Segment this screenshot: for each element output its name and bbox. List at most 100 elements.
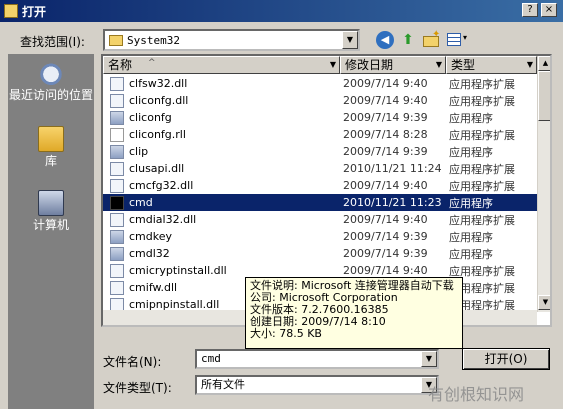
title-bar: 打开 ? × (0, 0, 563, 22)
exe-file-icon (110, 229, 124, 244)
file-row[interactable]: cmdl32 2009/7/14 9:39 应用程序 (103, 245, 537, 262)
file-name-cell: cliconfg.dll (103, 93, 340, 108)
file-row[interactable]: cmcfg32.dll 2009/7/14 9:40 应用程序扩展 (103, 177, 537, 194)
chevron-down-icon[interactable]: ▼ (421, 351, 437, 367)
file-name: cmicryptinstall.dll (129, 264, 227, 277)
file-row[interactable]: cmd 2010/11/21 11:23 应用程序 (103, 194, 537, 211)
file-type-select[interactable]: 所有文件 ▼ (195, 375, 439, 395)
chevron-down-icon[interactable]: ▼ (342, 31, 358, 49)
file-name-cell: clfsw32.dll (103, 76, 340, 91)
chevron-down-icon[interactable]: ▼ (527, 57, 533, 73)
file-name-input[interactable]: cmd ▼ (195, 349, 439, 369)
rll-file-icon (110, 127, 124, 142)
folder-icon (109, 34, 123, 46)
exe-file-icon (110, 246, 124, 261)
sort-ascending-icon: ^ (148, 58, 156, 68)
folder-app-icon (4, 4, 18, 18)
file-name: cliconfg (129, 111, 172, 124)
close-button[interactable]: × (541, 3, 557, 17)
place-libraries[interactable]: 库 (8, 126, 94, 168)
exe-file-icon (110, 144, 124, 159)
file-name: cmdial32.dll (129, 213, 197, 226)
file-name: cmcfg32.dll (129, 179, 194, 192)
file-row[interactable]: cliconfg.dll 2009/7/14 9:40 应用程序扩展 (103, 92, 537, 109)
exe-file-icon (110, 110, 124, 125)
file-name-value: cmd (201, 352, 221, 365)
back-icon[interactable]: ◀ (376, 31, 394, 49)
file-name-cell: cmcfg32.dll (103, 178, 340, 193)
file-type: 应用程序 (449, 230, 493, 244)
cmd-icon (110, 195, 124, 210)
file-name-cell: cmicryptinstall.dll (103, 263, 340, 278)
file-date: 2009/7/14 9:39 (343, 230, 428, 243)
computer-icon (38, 190, 64, 216)
place-label: 最近访问的位置 (8, 88, 93, 102)
dll-file-icon (110, 76, 124, 91)
chevron-down-icon[interactable]: ▼ (436, 57, 442, 73)
file-name: cliconfg.dll (129, 94, 189, 107)
file-row[interactable]: cmdial32.dll 2009/7/14 9:40 应用程序扩展 (103, 211, 537, 228)
open-button[interactable]: 打开(O) (462, 348, 550, 370)
file-type: 应用程序 (449, 111, 493, 125)
scroll-down-button[interactable]: ▼ (538, 295, 550, 310)
file-date: 2009/7/14 9:39 (343, 145, 428, 158)
file-name-cell: cliconfg (103, 110, 340, 125)
column-name[interactable]: 名称 ^ ▼ (103, 56, 340, 74)
file-name: cliconfg.rll (129, 128, 186, 141)
file-name: cmifw.dll (129, 281, 178, 294)
look-in-combo[interactable]: System32 ▼ (103, 29, 360, 51)
file-date: 2009/7/14 9:40 (343, 94, 428, 107)
vertical-scrollbar[interactable]: ▲ ▼ (537, 56, 550, 312)
window-title: 打开 (22, 4, 47, 19)
file-type: 应用程序扩展 (449, 179, 515, 193)
place-label: 库 (44, 154, 57, 168)
file-type-value: 所有文件 (201, 378, 245, 391)
file-date: 2010/11/21 11:23 (343, 196, 442, 209)
file-date: 2009/7/14 8:28 (343, 128, 428, 141)
file-row[interactable]: cliconfg.rll 2009/7/14 8:28 应用程序扩展 (103, 126, 537, 143)
file-name-cell: cliconfg.rll (103, 127, 340, 142)
file-date: 2009/7/14 9:39 (343, 111, 428, 124)
file-name: clusapi.dll (129, 162, 185, 175)
file-name-cell: cmd (103, 195, 340, 210)
file-name: clfsw32.dll (129, 77, 188, 90)
help-button[interactable]: ? (522, 3, 538, 17)
recent-places-icon (38, 60, 64, 86)
file-name-cell: cmdl32 (103, 246, 340, 261)
dll-file-icon (110, 280, 124, 295)
dll-file-icon (110, 161, 124, 176)
column-header: 名称 ^ ▼ 修改日期 ▼ 类型 ▼ (103, 56, 537, 74)
file-date: 2009/7/14 9:39 (343, 247, 428, 260)
file-name-cell: cmdial32.dll (103, 212, 340, 227)
file-date: 2009/7/14 9:40 (343, 213, 428, 226)
file-row[interactable]: clip 2009/7/14 9:39 应用程序 (103, 143, 537, 160)
new-folder-icon[interactable]: ✦ (422, 29, 440, 49)
dll-file-icon (110, 178, 124, 193)
place-recent[interactable]: 最近访问的位置 (8, 60, 94, 102)
file-type: 应用程序扩展 (449, 128, 515, 142)
file-type: 应用程序扩展 (449, 162, 515, 176)
file-row[interactable]: cmdkey 2009/7/14 9:39 应用程序 (103, 228, 537, 245)
file-name: cmdkey (129, 230, 173, 243)
column-type[interactable]: 类型 ▼ (446, 56, 537, 74)
chevron-down-icon[interactable]: ▼ (330, 57, 336, 73)
file-row[interactable]: clusapi.dll 2010/11/21 11:24 应用程序扩展 (103, 160, 537, 177)
look-in-value: System32 (127, 33, 180, 47)
file-name-cell: cmdkey (103, 229, 340, 244)
column-date[interactable]: 修改日期 ▼ (340, 56, 446, 74)
tooltip-line: 大小: 78.5 KB (250, 327, 322, 340)
file-row[interactable]: cliconfg 2009/7/14 9:39 应用程序 (103, 109, 537, 126)
views-menu-icon[interactable]: ▾ (446, 31, 472, 49)
scroll-up-button[interactable]: ▲ (538, 56, 550, 71)
place-computer[interactable]: 计算机 (8, 190, 94, 232)
file-name: cmd (129, 196, 153, 209)
file-date: 2009/7/14 9:40 (343, 264, 428, 277)
library-icon (38, 126, 64, 152)
file-row[interactable]: clfsw32.dll 2009/7/14 9:40 应用程序扩展 (103, 75, 537, 92)
watermark-text: 有创根知识网 (428, 385, 525, 404)
file-info-tooltip: 文件说明: Microsoft 连接管理器自动下载 公司: Microsoft … (245, 277, 463, 349)
scroll-thumb[interactable] (538, 71, 550, 121)
file-name: clip (129, 145, 149, 158)
place-label: 计算机 (32, 218, 69, 232)
up-folder-icon[interactable]: ⬆ (399, 31, 417, 49)
